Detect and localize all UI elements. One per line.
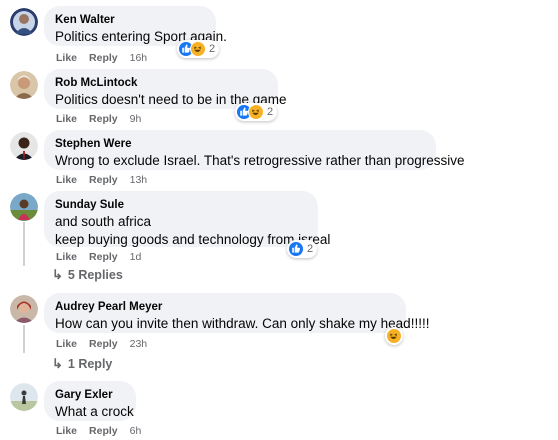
timestamp[interactable]: 1d bbox=[130, 251, 142, 263]
like-button[interactable]: Like bbox=[56, 338, 77, 350]
replies-label: 1 Reply bbox=[67, 357, 113, 371]
timestamp[interactable]: 16h bbox=[130, 52, 148, 64]
comment-text: Politics doesn't need to be in the game bbox=[55, 92, 287, 107]
reply-button[interactable]: Reply bbox=[89, 338, 118, 350]
like-button[interactable]: Like bbox=[56, 251, 77, 263]
haha-icon bbox=[386, 328, 402, 344]
comment-actions: Like Reply 9h bbox=[56, 112, 141, 126]
comment-author[interactable]: Audrey Pearl Meyer bbox=[55, 300, 394, 315]
comment-author[interactable]: Gary Exler bbox=[55, 388, 124, 403]
reply-button[interactable]: Reply bbox=[89, 425, 118, 437]
comment-actions: Like Reply 23h bbox=[56, 337, 147, 351]
like-button[interactable]: Like bbox=[56, 52, 77, 64]
reaction-summary[interactable]: 2 bbox=[235, 103, 278, 121]
reply-arrow-icon: ↳ bbox=[52, 356, 63, 371]
comment-text: Wrong to exclude Israel. That's retrogre… bbox=[55, 153, 465, 168]
avatar[interactable] bbox=[10, 8, 38, 36]
timestamp[interactable]: 13h bbox=[130, 174, 148, 186]
comment-text: How can you invite then withdraw. Can on… bbox=[55, 316, 430, 331]
reaction-count: 2 bbox=[267, 106, 274, 118]
comment-author[interactable]: Sunday Sule bbox=[55, 198, 306, 213]
avatar[interactable] bbox=[10, 295, 38, 323]
reply-button[interactable]: Reply bbox=[89, 52, 118, 64]
haha-icon bbox=[190, 41, 206, 57]
like-button[interactable]: Like bbox=[56, 113, 77, 125]
comment-bubble: Stephen Were Wrong to exclude Israel. Th… bbox=[44, 130, 465, 170]
reply-button[interactable]: Reply bbox=[89, 174, 118, 186]
reply-button[interactable]: Reply bbox=[89, 251, 118, 263]
avatar[interactable] bbox=[10, 193, 38, 221]
like-icon bbox=[288, 241, 304, 257]
avatar[interactable] bbox=[10, 383, 38, 411]
comment-bubble: Audrey Pearl Meyer How can you invite th… bbox=[44, 293, 430, 333]
like-button[interactable]: Like bbox=[56, 174, 77, 186]
comment-actions: Like Reply 1d bbox=[56, 250, 141, 264]
comment-actions: Like Reply 13h bbox=[56, 173, 147, 187]
reply-button[interactable]: Reply bbox=[89, 113, 118, 125]
avatar[interactable] bbox=[10, 132, 38, 160]
avatar[interactable] bbox=[10, 71, 38, 99]
reaction-summary[interactable]: 2 bbox=[287, 240, 318, 258]
thread-line bbox=[23, 222, 25, 266]
timestamp[interactable]: 9h bbox=[130, 113, 142, 125]
comment-text-line: keep buying goods and technology from is… bbox=[55, 232, 331, 247]
comment-author[interactable]: Stephen Were bbox=[55, 137, 424, 152]
timestamp[interactable]: 6h bbox=[130, 425, 142, 437]
view-replies-link[interactable]: ↳ 5 Replies bbox=[52, 267, 123, 283]
thread-line bbox=[23, 325, 25, 353]
comment-text: What a crock bbox=[55, 404, 134, 419]
comment-bubble: Sunday Sule and south africa keep buying… bbox=[44, 191, 331, 247]
timestamp[interactable]: 23h bbox=[130, 338, 148, 350]
view-replies-link[interactable]: ↳ 1 Reply bbox=[52, 356, 112, 372]
comment-bubble: Gary Exler What a crock bbox=[44, 381, 136, 421]
reply-arrow-icon: ↳ bbox=[52, 267, 63, 282]
reaction-summary[interactable]: 2 bbox=[177, 40, 220, 58]
comment-text-line: and south africa bbox=[55, 214, 152, 229]
comment-author[interactable]: Ken Walter bbox=[55, 13, 204, 28]
comment-actions: Like Reply 6h bbox=[56, 424, 141, 438]
like-button[interactable]: Like bbox=[56, 425, 77, 437]
comment-actions: Like Reply 16h bbox=[56, 51, 147, 65]
reaction-count: 2 bbox=[209, 43, 216, 55]
reaction-count: 2 bbox=[307, 243, 314, 255]
replies-label: 5 Replies bbox=[67, 268, 123, 282]
reaction-summary[interactable] bbox=[385, 327, 403, 345]
comment-author[interactable]: Rob McLintock bbox=[55, 76, 266, 91]
haha-icon bbox=[248, 104, 264, 120]
